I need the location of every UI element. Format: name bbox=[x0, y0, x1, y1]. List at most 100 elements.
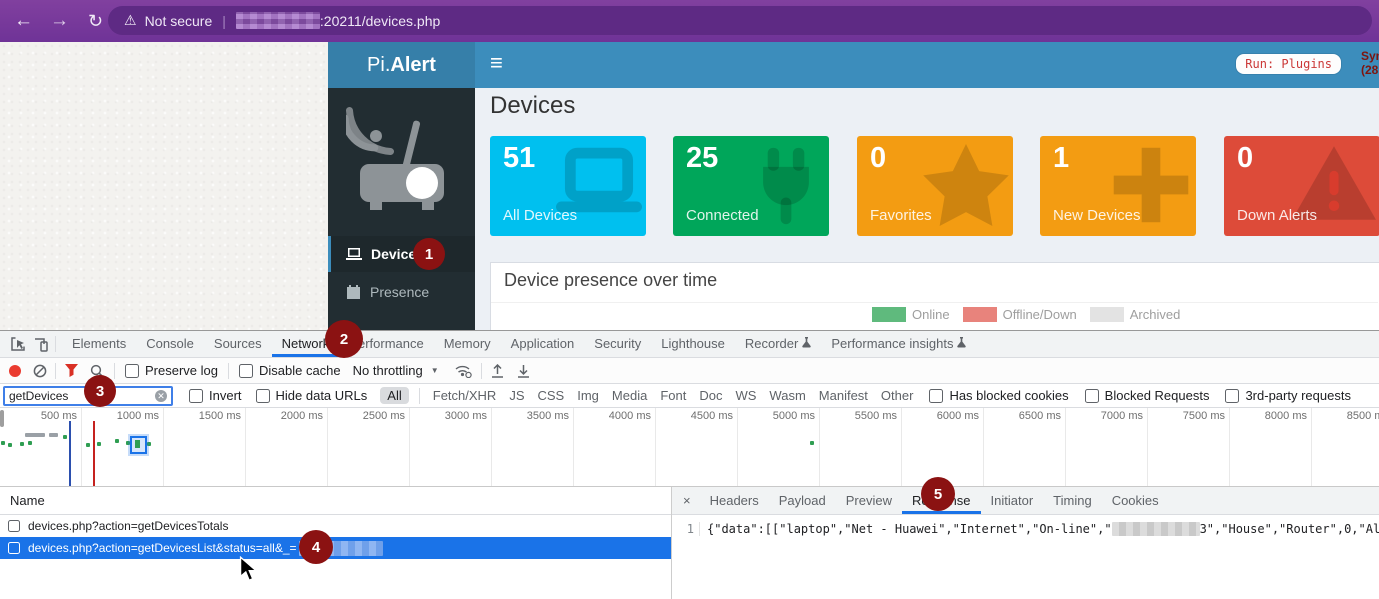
filter-type-other[interactable]: Other bbox=[881, 388, 914, 403]
checkbox-blocked-requests[interactable] bbox=[1085, 389, 1099, 403]
summary-card-all-devices[interactable]: 51All Devices bbox=[490, 136, 646, 236]
filter-type-fetch-xhr[interactable]: Fetch/XHR bbox=[433, 388, 497, 403]
sidebar-item-devices[interactable]: Devices bbox=[328, 236, 478, 272]
annotation-circle-3: 3 bbox=[84, 375, 116, 407]
filter-type-all[interactable]: All bbox=[380, 387, 408, 404]
clear-filter-icon[interactable]: ✕ bbox=[155, 390, 167, 402]
response-json-text: {"data":[["laptop","Net - Huawei","Inter… bbox=[700, 522, 1379, 536]
reload-icon[interactable]: ↻ bbox=[88, 0, 103, 42]
response-tab-timing[interactable]: Timing bbox=[1043, 488, 1102, 514]
tab-performance-insights[interactable]: Performance insights bbox=[821, 331, 976, 357]
filter-type-img[interactable]: Img bbox=[577, 388, 599, 403]
export-har-icon[interactable] bbox=[517, 364, 530, 378]
throttling-select[interactable]: No throttling bbox=[353, 363, 423, 378]
tab-label: Elements bbox=[72, 331, 126, 357]
tab-lighthouse[interactable]: Lighthouse bbox=[651, 331, 735, 357]
tab-memory[interactable]: Memory bbox=[434, 331, 501, 357]
timeline-tick-label: 6000 ms bbox=[925, 410, 979, 422]
app-logo[interactable]: Pi.Alert bbox=[328, 42, 475, 88]
filter-type-doc[interactable]: Doc bbox=[699, 388, 722, 403]
legend-label: Offline/Down bbox=[1003, 307, 1077, 322]
response-tab-cookies[interactable]: Cookies bbox=[1102, 488, 1169, 514]
timeline-scroll-nub[interactable] bbox=[0, 410, 4, 427]
tab-security[interactable]: Security bbox=[584, 331, 651, 357]
laptop-icon bbox=[346, 248, 362, 261]
row-checkbox[interactable] bbox=[8, 542, 20, 554]
back-icon[interactable]: ← bbox=[14, 0, 33, 42]
table-row[interactable]: devices.php?action=getDevicesTotals bbox=[0, 515, 671, 537]
run-plugins-button[interactable]: Run: Plugins bbox=[1236, 54, 1341, 74]
timeline-gridline bbox=[163, 408, 164, 486]
line-number: 1 bbox=[672, 522, 700, 536]
summary-card-new-devices[interactable]: 1New Devices bbox=[1040, 136, 1196, 236]
summary-card-favorites[interactable]: 0Favorites bbox=[857, 136, 1013, 236]
network-overview-timeline[interactable]: 500 ms1000 ms1500 ms2000 ms2500 ms3000 m… bbox=[0, 408, 1379, 487]
response-tab-initiator[interactable]: Initiator bbox=[981, 488, 1044, 514]
request-name: devices.php?action=getDevicesList&status… bbox=[28, 541, 297, 555]
response-panel: × HeadersPayloadPreviewResponseInitiator… bbox=[672, 487, 1379, 599]
filter-type-wasm[interactable]: Wasm bbox=[769, 388, 805, 403]
filter-type-css[interactable]: CSS bbox=[538, 388, 565, 403]
filter-type-font[interactable]: Font bbox=[660, 388, 686, 403]
network-filter-row: getDevices ✕ Invert Hide data URLs AllFe… bbox=[0, 384, 1379, 408]
network-conditions-icon[interactable] bbox=[455, 364, 472, 378]
tab-label: Timing bbox=[1053, 488, 1092, 514]
invert-checkbox[interactable] bbox=[189, 389, 203, 403]
legend-item: Archived bbox=[1090, 307, 1181, 322]
filter-type-js[interactable]: JS bbox=[509, 388, 524, 403]
close-icon[interactable]: × bbox=[672, 493, 700, 508]
request-dot bbox=[20, 442, 24, 446]
filter-type-media[interactable]: Media bbox=[612, 388, 647, 403]
card-label: Favorites bbox=[870, 207, 932, 224]
response-body: 1 {"data":[["laptop","Net - Huawei","Int… bbox=[672, 515, 1379, 536]
plug-icon bbox=[747, 144, 825, 233]
sidebar-item-presence[interactable]: Presence bbox=[328, 272, 478, 312]
request-bar bbox=[49, 433, 58, 437]
timeline-tick-label: 1000 ms bbox=[105, 410, 159, 422]
toggle-device-toolbar-icon[interactable] bbox=[33, 337, 49, 352]
chart-legend: OnlineOffline/DownArchived bbox=[872, 307, 1180, 322]
timeline-tick-label: 4000 ms bbox=[597, 410, 651, 422]
redacted-host bbox=[236, 12, 320, 29]
tab-label: Lighthouse bbox=[661, 331, 725, 357]
timeline-tick-label: 6500 ms bbox=[1007, 410, 1061, 422]
request-bar bbox=[25, 433, 45, 437]
tab-recorder[interactable]: Recorder bbox=[735, 331, 821, 357]
clear-network-log-icon[interactable] bbox=[33, 364, 47, 378]
timeline-tick-label: 3000 ms bbox=[433, 410, 487, 422]
router-logo bbox=[346, 102, 458, 220]
filter-type-manifest[interactable]: Manifest bbox=[819, 388, 868, 403]
hide-data-urls-checkbox[interactable] bbox=[256, 389, 270, 403]
disable-cache-checkbox[interactable] bbox=[239, 364, 253, 378]
timeline-gridline bbox=[245, 408, 246, 486]
forward-icon[interactable]: → bbox=[50, 0, 69, 42]
tab-console[interactable]: Console bbox=[136, 331, 204, 357]
tab-label: Cookies bbox=[1112, 488, 1159, 514]
legend-swatch bbox=[872, 307, 906, 322]
response-tab-headers[interactable]: Headers bbox=[700, 488, 769, 514]
table-row[interactable]: devices.php?action=getDevicesList&status… bbox=[0, 537, 671, 559]
preserve-log-checkbox[interactable] bbox=[125, 364, 139, 378]
tab-sources[interactable]: Sources bbox=[204, 331, 272, 357]
import-har-icon[interactable] bbox=[491, 364, 504, 378]
hamburger-menu-icon[interactable]: ≡ bbox=[490, 50, 503, 76]
filter-funnel-icon[interactable] bbox=[64, 364, 79, 377]
tab-application[interactable]: Application bbox=[501, 331, 585, 357]
inspect-element-icon[interactable] bbox=[10, 336, 26, 352]
filter-input-value: getDevices bbox=[9, 389, 68, 403]
summary-card-connected[interactable]: 25Connected bbox=[673, 136, 829, 236]
record-network-log-icon[interactable] bbox=[9, 365, 21, 377]
response-tab-preview[interactable]: Preview bbox=[836, 488, 902, 514]
checkbox-3rd-party-requests[interactable] bbox=[1225, 389, 1239, 403]
filter-type-ws[interactable]: WS bbox=[735, 388, 756, 403]
checkbox-has-blocked-cookies[interactable] bbox=[929, 389, 943, 403]
response-tab-payload[interactable]: Payload bbox=[769, 488, 836, 514]
row-checkbox[interactable] bbox=[8, 520, 20, 532]
timeline-tick-label: 5500 ms bbox=[843, 410, 897, 422]
selected-request-marker[interactable] bbox=[130, 436, 147, 454]
address-bar[interactable]: ⚠ Not secure | :20211/devices.php bbox=[108, 6, 1372, 35]
request-list-header[interactable]: Name bbox=[0, 487, 671, 515]
tab-elements[interactable]: Elements bbox=[62, 331, 136, 357]
summary-card-down-alerts[interactable]: 0Down Alerts bbox=[1224, 136, 1379, 236]
corner-line1: Syn bbox=[1361, 49, 1379, 63]
